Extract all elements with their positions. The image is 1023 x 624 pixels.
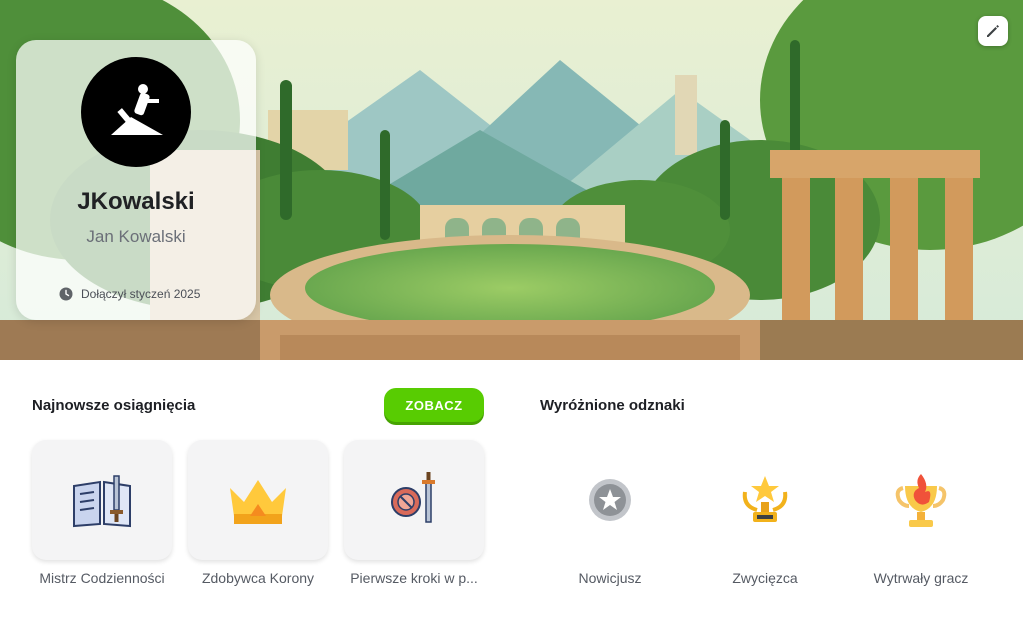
full-name: Jan Kowalski <box>86 227 186 246</box>
gold-trophy-icon <box>742 476 788 522</box>
shield-sword-icon <box>391 472 435 523</box>
joined-date: Dołączył styczeń 2025 <box>59 287 200 301</box>
edit-profile-button[interactable] <box>978 16 1008 46</box>
username: JKowalski <box>77 188 195 215</box>
badge-label: Nowicjusz <box>578 570 642 586</box>
crown-icon <box>230 480 286 524</box>
achievement-card[interactable] <box>188 440 328 560</box>
flame-trophy-icon <box>895 474 947 527</box>
clock-icon <box>59 287 73 301</box>
achievements-title: Najnowsze osiągnięcia <box>32 397 196 414</box>
warrior-avatar-icon <box>111 84 163 135</box>
badge-label: Zwycięzca <box>732 570 798 586</box>
badge[interactable] <box>730 465 800 535</box>
achievement-label: Mistrz Codzienności <box>39 570 165 586</box>
badge-label: Wytrwały gracz <box>873 570 969 586</box>
badge[interactable] <box>575 465 645 535</box>
joined-text: Dołączył styczeń 2025 <box>81 287 201 301</box>
achievement-label: Pierwsze kroki w p... <box>350 570 478 586</box>
badge[interactable] <box>886 465 956 535</box>
achievement-card[interactable] <box>344 440 484 560</box>
achievement-label: Zdobywca Korony <box>201 570 315 586</box>
achievement-card[interactable] <box>32 440 172 560</box>
pencil-icon <box>987 25 999 37</box>
profile-card: JKowalski Jan Kowalski Dołączył styczeń … <box>16 40 256 320</box>
silver-star-medal-icon <box>589 479 631 521</box>
book-sword-icon <box>73 475 131 528</box>
see-achievements-button[interactable]: ZOBACZ <box>384 388 484 422</box>
badges-title: Wyróżnione odznaki <box>540 397 685 414</box>
avatar <box>81 57 191 167</box>
